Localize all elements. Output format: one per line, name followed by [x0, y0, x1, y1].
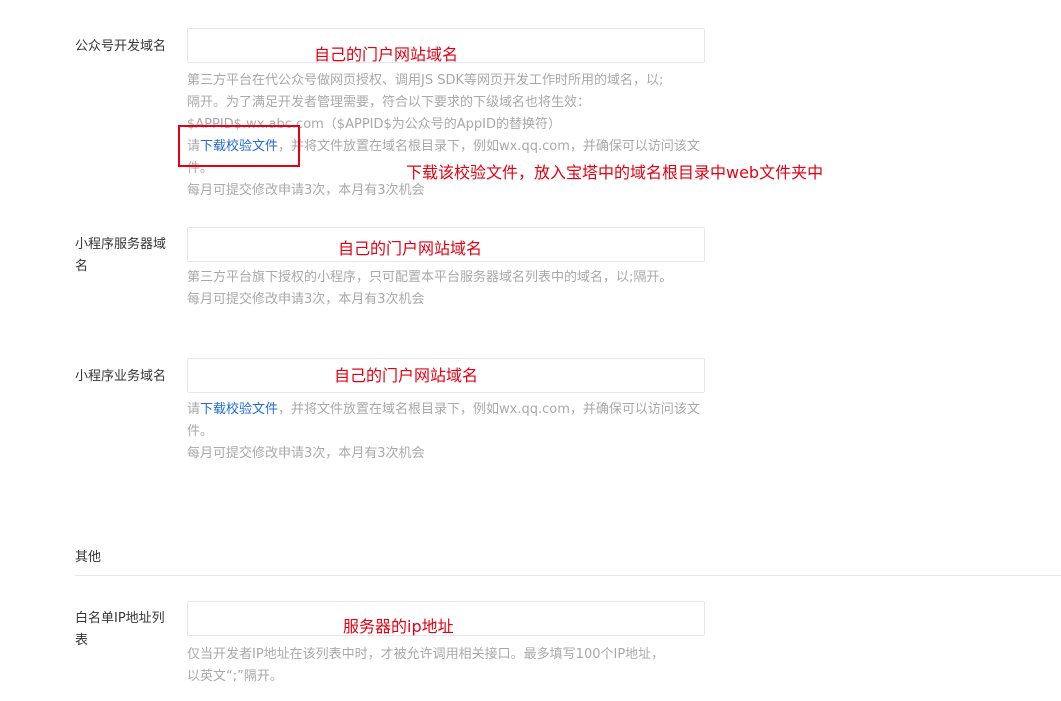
help-line-2: 隔开。为了满足开发者管理需要，符合以下要求的下级域名也将生效： — [187, 95, 591, 110]
quota-text: 每月可提交修改申请3次，本月有3次机会 — [187, 292, 425, 307]
help-line-1: 第三方平台在代公众号做网页授权、调用JS SDK等网页开发工作时所用的域名，以; — [187, 73, 664, 88]
label-miniprogram-server-domain: 小程序服务器域名 — [75, 237, 167, 274]
label-official-account-domain: 公众号开发域名 — [75, 39, 167, 54]
callout-download-verify-file: 下载该校验文件，放入宝塔中的域名根目录中web文件夹中 — [406, 163, 824, 182]
label-ip-whitelist: 白名单IP地址列表 — [75, 611, 165, 648]
highlight-box — [178, 125, 300, 167]
help-line-1: 仅当开发者IP地址在该列表中时，才被允许调用相关接口。最多填写100个IP地址， — [187, 647, 665, 662]
help-text: 第三方平台旗下授权的小程序，只可配置本平台服务器域名列表中的域名，以;隔开。 — [187, 270, 673, 285]
help-line-2: 以英文“;”隔开。 — [187, 669, 283, 684]
annotation-ip-whitelist: 服务器的ip地址 — [343, 617, 454, 636]
download-verify-file-link-2[interactable]: 下载校验文件 — [200, 402, 278, 417]
label-miniprogram-business-domain: 小程序业务域名 — [75, 369, 167, 384]
annotation-official-account-domain: 自己的门户网站域名 — [314, 45, 459, 64]
help-ip-whitelist: 仅当开发者IP地址在该列表中时，才被允许调用相关接口。最多填写100个IP地址，… — [187, 644, 709, 688]
help-miniprogram-server-domain: 第三方平台旗下授权的小程序，只可配置本平台服务器域名列表中的域名，以;隔开。 每… — [187, 267, 709, 311]
help-line-verify: 请下载校验文件，并将文件放置在域名根目录下，例如wx.qq.com，并确保可以访… — [187, 399, 709, 443]
annotation-miniprogram-server-domain: 自己的门户网站域名 — [338, 239, 483, 258]
section-title-other: 其他 — [75, 550, 102, 565]
help-miniprogram-business-domain: 请下载校验文件，并将文件放置在域名根目录下，例如wx.qq.com，并确保可以访… — [187, 399, 709, 465]
quota-text: 每月可提交修改申请3次，本月有3次机会 — [187, 446, 425, 461]
section-divider — [75, 575, 1061, 576]
quota-text: 每月可提交修改申请3次，本月有3次机会 — [187, 183, 425, 198]
annotation-miniprogram-business-domain: 自己的门户网站域名 — [334, 366, 479, 385]
help-prefix: 请 — [187, 402, 201, 417]
